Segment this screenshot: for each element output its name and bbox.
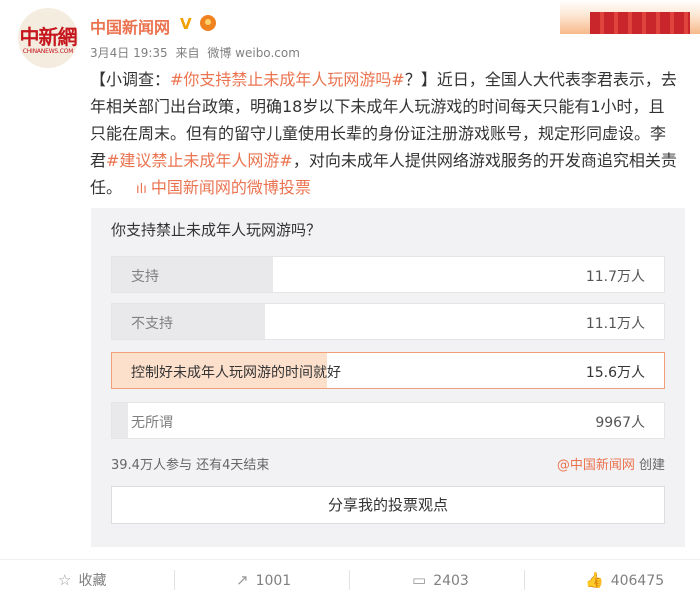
avatar-logo-text: 中新網 xyxy=(19,25,78,49)
repost-button[interactable]: ↗ 1001 xyxy=(236,560,291,600)
vote-option-count: 9967人 xyxy=(595,415,645,431)
action-divider xyxy=(349,570,350,590)
vote-card: 你支持禁止未成年人玩网游吗？ 支持 11.7万人 不支持 11.1万人 控制好未… xyxy=(91,208,685,547)
action-divider xyxy=(524,570,525,590)
avatar-logo-subtext: CHINANEWS.COM xyxy=(22,48,74,55)
vote-creator-link[interactable]: @中国新闻网 xyxy=(557,458,635,473)
post-source-label: 来自 xyxy=(175,46,200,60)
vote-creator: @中国新闻网 创建 xyxy=(557,454,665,473)
like-button[interactable]: 👍 406475 xyxy=(585,560,664,600)
share-vote-button[interactable]: 分享我的投票观点 xyxy=(111,486,665,524)
user-name-link[interactable]: 中国新闻网 xyxy=(90,14,170,38)
vote-option-label: 支持 xyxy=(131,269,159,285)
vote-option-label: 控制好未成年人玩网游的时间就好 xyxy=(131,365,341,381)
vote-option-count: 15.6万人 xyxy=(585,365,645,381)
vote-option[interactable]: 无所谓 9967人 xyxy=(111,402,665,439)
action-divider xyxy=(174,570,175,590)
repost-count: 1001 xyxy=(255,573,292,589)
vote-status: 39.4万人参与 还有4天结束 xyxy=(111,458,270,473)
vote-option[interactable]: 不支持 11.1万人 xyxy=(111,303,665,340)
decorative-banner xyxy=(560,0,700,34)
post-bracket-open: 【小调查： xyxy=(90,70,171,89)
comment-icon: ▭ xyxy=(412,571,427,589)
favorite-label: 收藏 xyxy=(78,573,107,589)
favorite-button[interactable]: ☆ 收藏 xyxy=(58,560,106,600)
like-count: 406475 xyxy=(610,573,665,589)
member-badge-icon[interactable] xyxy=(200,15,216,31)
verified-icon[interactable]: V xyxy=(180,15,192,33)
vote-creator-suffix: 创建 xyxy=(638,458,665,473)
post-date-link[interactable]: 3月4日 19:35 xyxy=(90,46,168,60)
topic-tag-link-2[interactable]: #建议禁止未成年人网游# xyxy=(106,151,293,170)
topic-tag-link[interactable]: #你支持禁止未成年人玩网游吗# xyxy=(170,70,405,89)
star-icon: ☆ xyxy=(58,571,72,589)
post-meta: 3月4日 19:35 来自 微博 weibo.com xyxy=(90,44,304,61)
avatar[interactable]: 中新網 CHINANEWS.COM xyxy=(18,8,78,68)
vote-option-fill xyxy=(112,403,129,438)
comment-button[interactable]: ▭ 2403 xyxy=(412,560,469,600)
poll-chart-icon: ılı xyxy=(136,182,147,197)
post-source-link[interactable]: 微博 weibo.com xyxy=(207,46,300,60)
poll-link[interactable]: 中国新闻网的微博投票 xyxy=(151,178,311,197)
vote-option-label: 无所谓 xyxy=(131,415,173,431)
action-bar: ☆ 收藏 ↗ 1001 ▭ 2403 👍 406475 xyxy=(0,559,700,600)
vote-option-count: 11.1万人 xyxy=(585,316,645,332)
post-text: 【小调查：#你支持禁止未成年人玩网游吗#？】近日，全国人大代表李君表示，去年相关… xyxy=(90,66,680,203)
thumbs-up-icon: 👍 xyxy=(585,571,604,589)
vote-option[interactable]: 支持 11.7万人 xyxy=(111,256,665,293)
repost-icon: ↗ xyxy=(236,571,249,589)
vote-option-label: 不支持 xyxy=(131,316,173,332)
comment-count: 2403 xyxy=(433,573,469,589)
vote-option-count: 11.7万人 xyxy=(585,269,645,285)
vote-option[interactable]: 控制好未成年人玩网游的时间就好 15.6万人 xyxy=(111,352,665,389)
vote-question: 你支持禁止未成年人玩网游吗？ xyxy=(111,221,322,239)
